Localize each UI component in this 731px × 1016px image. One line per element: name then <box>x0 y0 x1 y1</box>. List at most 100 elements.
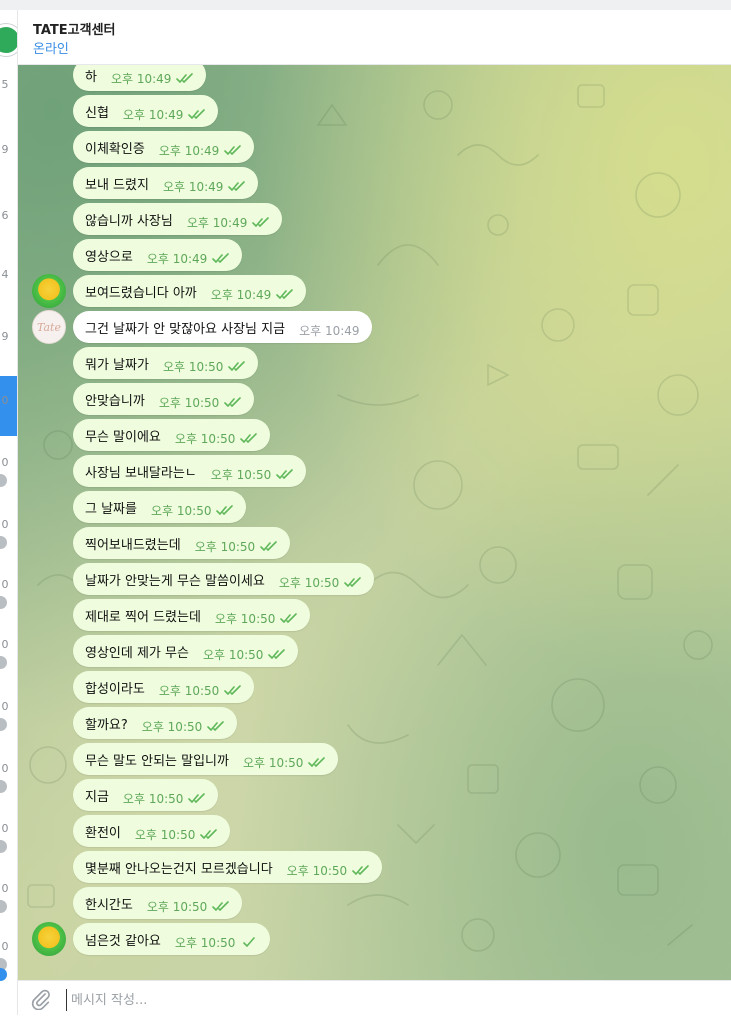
message-text: 한시간도 <box>85 897 133 913</box>
sidebar-count: 0 <box>1 456 9 469</box>
outgoing-message[interactable]: 날짜가 안맞는게 무슨 말씀이세요 오후 10:50 <box>73 563 375 595</box>
message-time: 오후 10:50 <box>286 863 348 878</box>
outgoing-message[interactable]: 신협 오후 10:49 <box>73 95 219 127</box>
window-top-strip <box>0 0 731 10</box>
message-time: 오후 10:49 <box>210 287 272 302</box>
outgoing-message[interactable]: 할까요? 오후 10:50 <box>73 707 238 739</box>
sidebar-muted-badge <box>0 900 7 913</box>
chat-list-sidebar[interactable]: 5 9 6 4 9 0 0 0 0 0 0 0 0 0 0 <box>0 10 18 1015</box>
outgoing-message[interactable]: 보내 드렸지 오후 10:49 <box>73 167 259 199</box>
sidebar-count: 0 <box>1 638 9 651</box>
emoji-avatar[interactable] <box>32 922 66 956</box>
message-text: 할까요? <box>85 717 128 733</box>
sidebar-muted-badge <box>0 840 7 853</box>
double-check-icon <box>240 433 258 443</box>
message-area[interactable]: 하 오후 10:49 신협 오후 10:49 이체확인증 오후 10:49 보내 드렸지 오후… <box>18 65 731 980</box>
outgoing-message[interactable]: 환전이 오후 10:50 <box>73 815 231 847</box>
message-time: 오후 10:49 <box>122 107 184 122</box>
double-check-icon <box>212 253 230 263</box>
message-time: 오후 10:50 <box>174 935 236 950</box>
outgoing-message[interactable]: 무슨 말도 안되는 말입니까 오후 10:50 <box>73 743 339 775</box>
message-text: 날짜가 안맞는게 무슨 말씀이세요 <box>85 573 265 589</box>
message-text: 보여드렸습니다 아까 <box>85 285 197 301</box>
double-check-icon <box>260 541 277 551</box>
outgoing-message[interactable]: 보여드렸습니다 아까 오후 10:49 <box>73 275 307 307</box>
outgoing-message[interactable]: 넘은것 같아요 오후 10:50 <box>73 923 271 955</box>
outgoing-message[interactable]: 무슨 말이에요 오후 10:50 <box>73 419 271 451</box>
message-text: 합성이라도 <box>85 681 145 697</box>
sidebar-count: 6 <box>1 209 9 222</box>
outgoing-message[interactable]: 몇분째 안나오는건지 모르겠습니다 오후 10:50 <box>73 851 383 883</box>
sidebar-muted-badge <box>0 596 7 609</box>
sidebar-count: 0 <box>1 762 9 775</box>
double-check-icon <box>207 721 225 731</box>
outgoing-message[interactable]: 안맞습니까 오후 10:50 <box>73 383 255 415</box>
message-text: 하 <box>85 69 97 85</box>
outgoing-message[interactable]: 그 날짜를 오후 10:50 <box>73 491 247 523</box>
double-check-icon <box>352 865 369 875</box>
message-text: 사장님 보내달라는ㄴ <box>85 465 197 481</box>
message-time: 오후 10:49 <box>110 71 172 86</box>
message-text: 영상으로 <box>85 249 133 265</box>
outgoing-message[interactable]: 이체확인증 오후 10:49 <box>73 131 255 163</box>
message-text: 뭐가 날짜가 <box>85 357 149 373</box>
sidebar-count: 0 <box>1 882 9 895</box>
sidebar-muted-badge <box>0 536 7 549</box>
message-text: 찍어보내드렸는데 <box>85 537 181 553</box>
outgoing-message[interactable]: 뭐가 날짜가 오후 10:50 <box>73 347 259 379</box>
message-text: 이체확인증 <box>85 141 145 157</box>
outgoing-message[interactable]: 제대로 찍어 드렸는데 오후 10:50 <box>73 599 311 631</box>
sidebar-count: 0 <box>1 578 9 591</box>
double-check-icon <box>228 181 246 191</box>
message-time: 오후 10:50 <box>214 611 276 626</box>
message-time: 오후 10:50 <box>174 431 236 446</box>
double-check-icon <box>228 361 246 371</box>
message-input[interactable] <box>66 989 673 1011</box>
outgoing-message[interactable]: 사장님 보내달라는ㄴ 오후 10:50 <box>73 455 307 487</box>
message-text: 지금 <box>85 789 109 805</box>
sidebar-muted-badge <box>0 718 7 731</box>
outgoing-message[interactable]: 영상인데 제가 무슨 오후 10:50 <box>73 635 299 667</box>
message-time: 오후 10:50 <box>194 539 256 554</box>
sidebar-count: 0 <box>1 940 9 953</box>
outgoing-message[interactable]: 한시간도 오후 10:50 <box>73 887 243 919</box>
sidebar-count: 9 <box>1 330 9 343</box>
chat-header[interactable]: TATE고객센터 온라인 <box>18 10 731 65</box>
chat-status: 온라인 <box>33 42 69 57</box>
emoji-avatar[interactable] <box>32 274 66 308</box>
outgoing-message[interactable]: 하 오후 10:49 <box>73 65 207 91</box>
double-check-icon <box>280 613 298 623</box>
message-text: 무슨 말도 안되는 말입니까 <box>85 753 229 769</box>
outgoing-message[interactable]: 찍어보내드렸는데 오후 10:50 <box>73 527 291 559</box>
outgoing-message[interactable]: 영상으로 오후 10:49 <box>73 239 243 271</box>
paperclip-icon[interactable] <box>30 988 52 1010</box>
message-text: 않습니까 사장님 <box>85 213 173 229</box>
incoming-message[interactable]: 그건 날짜가 안 맞잖아요 사장님 지금 오후 10:49 <box>73 311 372 343</box>
sidebar-avatar[interactable] <box>0 24 17 56</box>
single-check-icon <box>243 937 256 947</box>
double-check-icon <box>176 73 194 83</box>
message-time: 오후 10:49 <box>146 251 208 266</box>
message-time: 오후 10:50 <box>122 791 184 806</box>
double-check-icon <box>212 901 230 911</box>
message-time: 오후 10:50 <box>162 359 224 374</box>
unread-badge <box>0 968 7 981</box>
double-check-icon <box>216 505 234 515</box>
double-check-icon <box>308 757 326 767</box>
message-time: 오후 10:50 <box>242 755 304 770</box>
double-check-icon <box>252 217 270 227</box>
double-check-icon <box>276 469 294 479</box>
tate-avatar[interactable]: Tate <box>32 310 66 344</box>
outgoing-message[interactable]: 지금 오후 10:50 <box>73 779 219 811</box>
chat-title[interactable]: TATE고객센터 <box>33 19 116 38</box>
message-text: 제대로 찍어 드렸는데 <box>85 609 201 625</box>
sidebar-count: 0 <box>1 518 9 531</box>
sidebar-muted-badge <box>0 656 7 669</box>
double-check-icon <box>276 289 294 299</box>
outgoing-message[interactable]: 않습니까 사장님 오후 10:49 <box>73 203 283 235</box>
message-time: 오후 10:49 <box>158 143 220 158</box>
message-time: 오후 10:50 <box>134 827 196 842</box>
message-text: 안맞습니까 <box>85 393 145 409</box>
outgoing-message[interactable]: 합성이라도 오후 10:50 <box>73 671 255 703</box>
message-time: 오후 10:49 <box>299 323 360 338</box>
